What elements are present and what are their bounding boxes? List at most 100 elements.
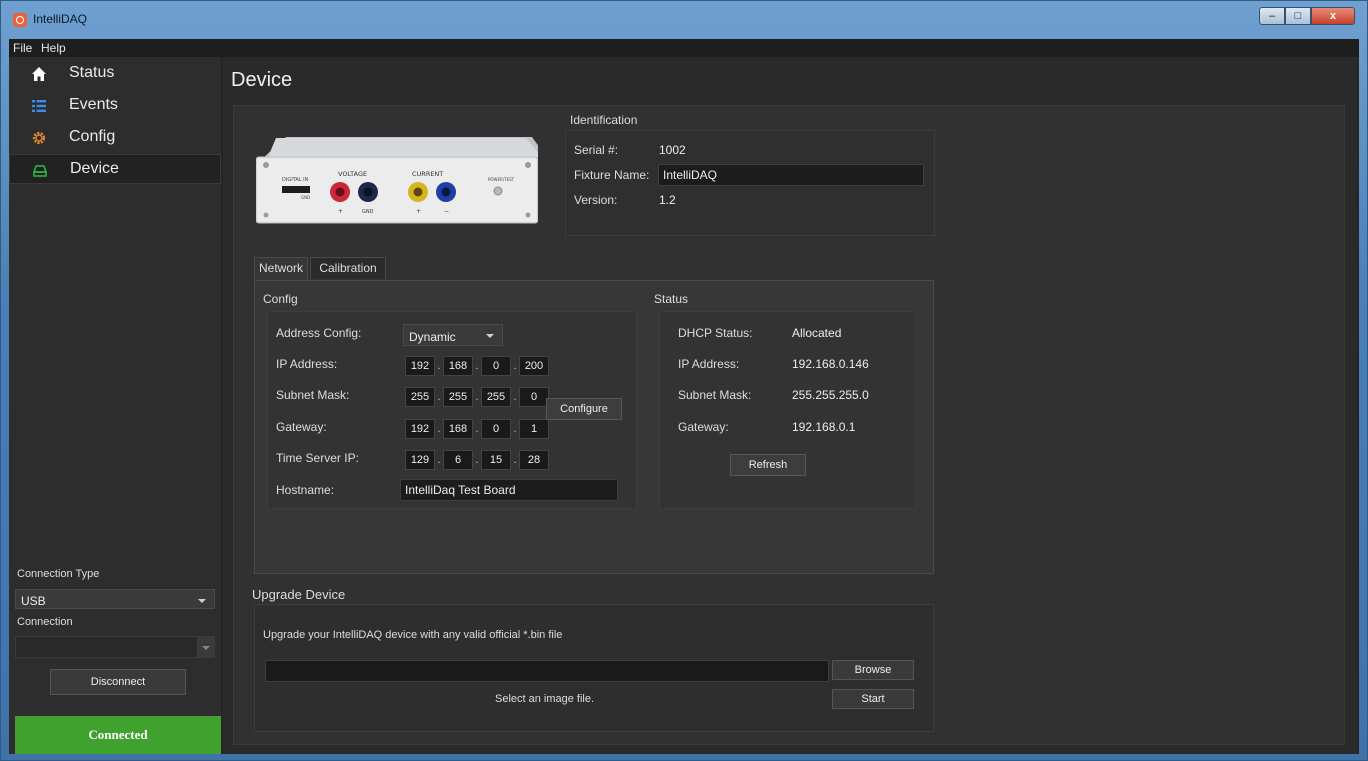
octet-dot: .: [437, 360, 441, 372]
fixture-name-value: IntelliDAQ: [663, 168, 718, 182]
device-image: DIGITAL IN GND VOLTAGE CURRENT + GND + −…: [256, 137, 538, 224]
identification-title: Identification: [570, 113, 638, 127]
subnet-mask-input[interactable]: 255. 255. 255. 0: [405, 387, 549, 407]
gateway-label: Gateway:: [276, 420, 327, 434]
voltage-gnd-label: GND: [362, 209, 374, 215]
status-ip-value: 192.168.0.146: [792, 357, 869, 371]
digital-gnd-label: GND: [301, 195, 310, 200]
list-icon: [32, 100, 46, 112]
time-server-octet[interactable]: 28: [519, 450, 549, 470]
tab-network[interactable]: Network: [254, 257, 308, 280]
dhcp-status-label: DHCP Status:: [678, 326, 753, 340]
sidebar-item-label: Config: [69, 128, 116, 145]
upgrade-group: Upgrade your IntelliDAQ device with any …: [254, 604, 934, 732]
subnet-octet[interactable]: 255: [443, 387, 473, 407]
sidebar-item-label: Status: [69, 64, 115, 81]
octet-dot: .: [437, 454, 441, 466]
time-server-input[interactable]: 129. 6. 15. 28: [405, 450, 549, 470]
ip-address-input[interactable]: 192. 168. 0. 200: [405, 356, 549, 376]
time-server-label: Time Server IP:: [276, 451, 359, 465]
octet-dot: .: [475, 360, 479, 372]
subnet-octet[interactable]: 0: [519, 387, 549, 407]
hostname-value: IntelliDaq Test Board: [405, 483, 516, 497]
configure-button[interactable]: Configure: [546, 398, 622, 420]
menu-help[interactable]: Help: [41, 41, 66, 55]
maximize-button[interactable]: □: [1285, 7, 1311, 25]
octet-dot: .: [513, 391, 517, 403]
current-plus-label: +: [416, 208, 421, 215]
window-controls: – □ x: [1259, 7, 1355, 25]
time-server-octet[interactable]: 15: [481, 450, 511, 470]
ip-octet[interactable]: 168: [443, 356, 473, 376]
power-test-label: POWER/TEST: [488, 177, 515, 182]
start-button[interactable]: Start: [832, 689, 914, 709]
gateway-octet[interactable]: 168: [443, 419, 473, 439]
fixture-name-label: Fixture Name:: [574, 168, 650, 182]
gateway-input[interactable]: 192. 168. 0. 1: [405, 419, 549, 439]
sidebar-item-events[interactable]: Events: [9, 91, 221, 121]
status-ip-label: IP Address:: [678, 357, 740, 371]
menu-file[interactable]: File: [13, 41, 32, 55]
serial-value: 1002: [659, 143, 686, 157]
sidebar-item-device[interactable]: Device: [9, 154, 221, 184]
connection-type-label: Connection Type: [17, 568, 100, 580]
sidebar-item-status[interactable]: Status: [9, 59, 221, 89]
octet-dot: .: [437, 423, 441, 435]
hostname-label: Hostname:: [276, 483, 335, 497]
refresh-button[interactable]: Refresh: [730, 454, 806, 476]
disconnect-button[interactable]: Disconnect: [50, 669, 186, 695]
gateway-octet[interactable]: 1: [519, 419, 549, 439]
page-title: Device: [231, 69, 293, 91]
network-config-group: Address Config: Dynamic IP Address: 192.…: [267, 311, 637, 509]
hostname-input[interactable]: IntelliDaq Test Board: [400, 479, 618, 501]
octet-dot: .: [475, 454, 479, 466]
network-status-group: DHCP Status: Allocated IP Address: 192.1…: [659, 311, 916, 509]
application-window: IntelliDAQ – □ x File Help Status Events…: [0, 0, 1368, 761]
voltage-label: VOLTAGE: [338, 170, 367, 178]
dhcp-status-value: Allocated: [792, 326, 842, 340]
connection-dropdown-button: [197, 637, 214, 657]
gear-icon: [32, 131, 46, 145]
upgrade-description: Upgrade your IntelliDAQ device with any …: [263, 629, 563, 641]
browse-button[interactable]: Browse: [832, 660, 914, 680]
network-status-title: Status: [654, 292, 689, 306]
time-server-octet[interactable]: 129: [405, 450, 435, 470]
ip-octet[interactable]: 0: [481, 356, 511, 376]
connection-select[interactable]: [15, 636, 215, 658]
minimize-button[interactable]: –: [1259, 7, 1285, 25]
close-button[interactable]: x: [1311, 7, 1355, 25]
gateway-octet[interactable]: 0: [481, 419, 511, 439]
connection-type-select[interactable]: USB: [15, 589, 215, 609]
main-content: Device DIGITAL IN GND VOLTAGE CURRENT + …: [223, 57, 1357, 754]
ip-octet[interactable]: 200: [519, 356, 549, 376]
octet-dot: .: [475, 423, 479, 435]
tab-calibration[interactable]: Calibration: [310, 257, 386, 279]
sidebar-item-config[interactable]: Config: [9, 123, 221, 153]
octet-dot: .: [513, 423, 517, 435]
ip-address-label: IP Address:: [276, 357, 338, 371]
subnet-mask-label: Subnet Mask:: [276, 388, 350, 402]
ip-octet[interactable]: 192: [405, 356, 435, 376]
chevron-down-icon: [198, 599, 206, 603]
version-label: Version:: [574, 193, 618, 207]
chevron-down-icon: [202, 646, 210, 650]
fixture-name-input[interactable]: IntelliDAQ: [658, 164, 924, 186]
digital-in-label: DIGITAL IN: [282, 177, 309, 183]
address-config-value: Dynamic: [409, 330, 456, 344]
status-gateway-label: Gateway:: [678, 420, 729, 434]
sidebar: Status Events Config Device Connection T…: [9, 57, 221, 754]
voltage-plus-label: +: [338, 208, 343, 215]
upgrade-file-input[interactable]: [265, 660, 829, 682]
time-server-octet[interactable]: 6: [443, 450, 473, 470]
subnet-octet[interactable]: 255: [405, 387, 435, 407]
sidebar-item-label: Device: [70, 160, 119, 177]
address-config-select[interactable]: Dynamic: [403, 324, 503, 346]
sidebar-item-label: Events: [69, 96, 118, 113]
gateway-octet[interactable]: 192: [405, 419, 435, 439]
network-config-title: Config: [263, 292, 298, 306]
title-bar: IntelliDAQ – □ x: [1, 1, 1367, 39]
subnet-octet[interactable]: 255: [481, 387, 511, 407]
tab-widget: Network Calibration Config Address Confi…: [244, 249, 944, 579]
menu-bar: File Help: [9, 39, 1359, 57]
octet-dot: .: [475, 391, 479, 403]
